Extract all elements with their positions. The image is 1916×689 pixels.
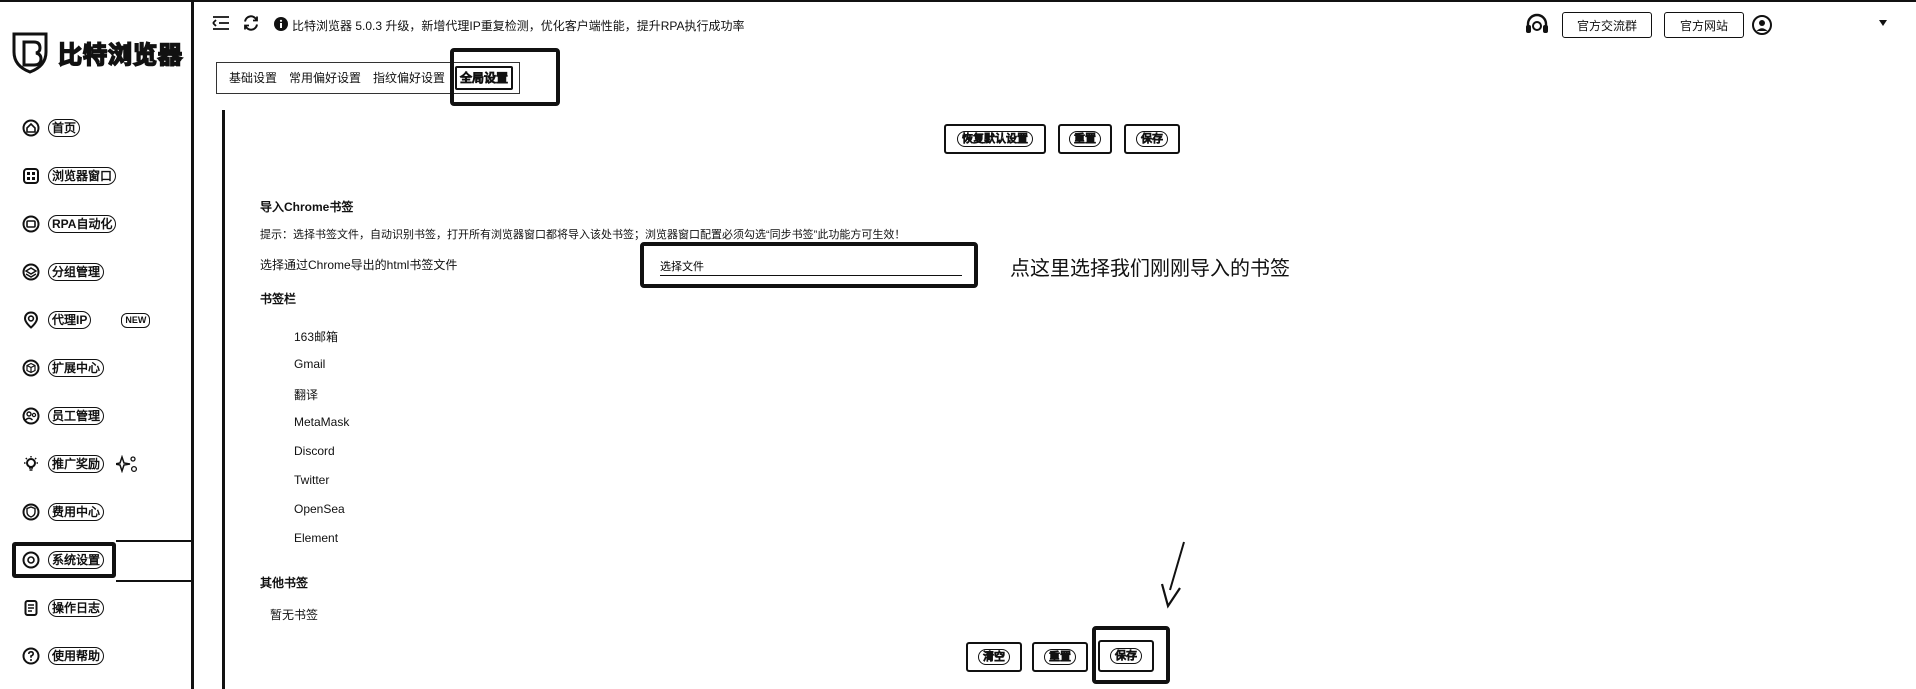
new-badge: NEW (121, 312, 151, 328)
sidebar-item-label: 操作日志 (48, 599, 105, 617)
save-label: 保存 (1136, 131, 1168, 147)
sidebar-item-logs[interactable]: 操作日志 (0, 584, 194, 632)
bookmark-item[interactable]: Gmail (294, 357, 325, 371)
reset-label: 重置 (1044, 649, 1076, 665)
clear-label: 清空 (978, 649, 1010, 665)
info-icon (274, 17, 288, 31)
sidebar-item-help[interactable]: 使用帮助 (0, 632, 194, 680)
sidebar-item-groups[interactable]: 分组管理 (0, 248, 194, 296)
reset-label: 重置 (1069, 131, 1101, 147)
annotation-text: 点这里选择我们刚刚导入的书签 (1010, 258, 1290, 280)
window-icon (23, 168, 39, 184)
restore-default-button[interactable]: 恢复默认设置 (944, 124, 1046, 154)
save-button[interactable]: 保存 (1124, 124, 1180, 154)
cube-icon (22, 359, 40, 377)
location-icon (23, 311, 39, 329)
sidebar-item-label: 代理IP (48, 311, 92, 329)
pointer-arrow-icon (1160, 541, 1185, 609)
bottom-reset-button[interactable]: 重置 (1032, 642, 1088, 672)
bulb-icon (24, 456, 38, 471)
tab-fingerprint-preferences[interactable]: 指纹偏好设置 (367, 68, 451, 88)
highlight-box-extension (116, 540, 194, 582)
sidebar: 比特浏览器 首页 浏览器窗口 RPA自动化 分组管理 代理IP NEW 扩展中心 (0, 0, 194, 689)
sidebar-item-label: 费用中心 (48, 503, 105, 521)
sidebar-item-proxy[interactable]: 代理IP NEW (0, 296, 194, 344)
highlight-box (12, 542, 116, 578)
sidebar-item-label: 扩展中心 (48, 359, 105, 377)
people-icon (22, 407, 40, 425)
bookmark-item[interactable]: Twitter (294, 473, 329, 487)
empty-bookmarks-text: 暂无书签 (270, 608, 319, 622)
content-divider (222, 110, 225, 689)
reset-button[interactable]: 重置 (1058, 124, 1112, 154)
bookmark-item[interactable]: Element (294, 531, 338, 545)
sidebar-item-label: RPA自动化 (48, 215, 117, 233)
refresh-icon[interactable] (242, 14, 260, 32)
tab-basic-settings[interactable]: 基础设置 (223, 68, 283, 88)
help-icon (22, 647, 40, 665)
sidebar-item-label: 员工管理 (48, 407, 105, 425)
sparkle-icon (116, 455, 138, 473)
logo[interactable]: 比特浏览器 (8, 30, 183, 74)
robot-icon (22, 215, 40, 233)
update-notice: 比特浏览器 5.0.3 升级，新增代理IP重复检测，优化客户端性能，提升RPA执… (292, 19, 745, 33)
collapse-menu-icon[interactable] (212, 15, 230, 31)
tab-highlight-box (450, 48, 560, 106)
clear-button[interactable]: 清空 (966, 642, 1022, 672)
sidebar-item-rpa[interactable]: RPA自动化 (0, 200, 194, 248)
import-hint: 提示：选择书签文件，自动识别书签，打开所有浏览器窗口都将导入该处书签；浏览器窗口… (260, 229, 906, 241)
sidebar-item-staff[interactable]: 员工管理 (0, 392, 194, 440)
app-name: 比特浏览器 (57, 40, 183, 70)
sidebar-item-browser-windows[interactable]: 浏览器窗口 (0, 152, 194, 200)
sidebar-item-label: 使用帮助 (48, 647, 105, 665)
other-bookmarks-title: 其他书签 (260, 576, 309, 590)
tab-common-preferences[interactable]: 常用偏好设置 (283, 68, 367, 88)
save-label: 保存 (1110, 648, 1142, 664)
bookmark-item[interactable]: 163邮箱 (294, 328, 338, 345)
sidebar-item-referral[interactable]: 推广奖励 (0, 440, 194, 488)
bottom-save-button[interactable]: 保存 (1098, 640, 1154, 672)
bookmark-item[interactable]: 翻译 (294, 386, 318, 403)
sidebar-item-label: 浏览器窗口 (48, 167, 117, 185)
sidebar-item-billing[interactable]: 费用中心 (0, 488, 194, 536)
import-bookmarks-title: 导入Chrome书签 (260, 200, 354, 214)
sidebar-item-extensions[interactable]: 扩展中心 (0, 344, 194, 392)
chevron-down-icon[interactable] (1878, 19, 1888, 27)
shield-icon (22, 503, 40, 521)
home-icon (22, 119, 40, 137)
bookmark-item[interactable]: OpenSea (294, 502, 345, 516)
top-bar: 比特浏览器 5.0.3 升级，新增代理IP重复检测，优化客户端性能，提升RPA执… (194, 0, 1916, 44)
sidebar-item-home[interactable]: 首页 (0, 104, 194, 152)
file-select-input[interactable] (660, 256, 962, 276)
bookmark-item[interactable]: Discord (294, 444, 335, 458)
website-button[interactable]: 官方网站 (1664, 12, 1744, 38)
bitbrowser-logo-icon (12, 32, 48, 74)
sidebar-item-label: 推广奖励 (48, 455, 105, 473)
bookmarks-bar-title: 书签栏 (260, 292, 297, 306)
user-avatar-icon[interactable] (1752, 15, 1772, 35)
community-button[interactable]: 官方交流群 (1562, 12, 1652, 38)
customer-service-icon[interactable] (1524, 13, 1550, 37)
restore-default-label: 恢复默认设置 (957, 131, 1033, 147)
layers-icon (22, 263, 40, 281)
bookmark-item[interactable]: MetaMask (294, 415, 349, 429)
doc-icon (24, 600, 38, 616)
file-field-label: 选择通过Chrome导出的html书签文件 (260, 258, 458, 272)
sidebar-item-label: 分组管理 (48, 263, 105, 281)
sidebar-nav: 首页 浏览器窗口 RPA自动化 分组管理 代理IP NEW 扩展中心 员工管理 (0, 104, 194, 680)
sidebar-item-system-settings[interactable]: 系统设置 (0, 536, 194, 584)
sidebar-item-label: 首页 (48, 119, 81, 137)
